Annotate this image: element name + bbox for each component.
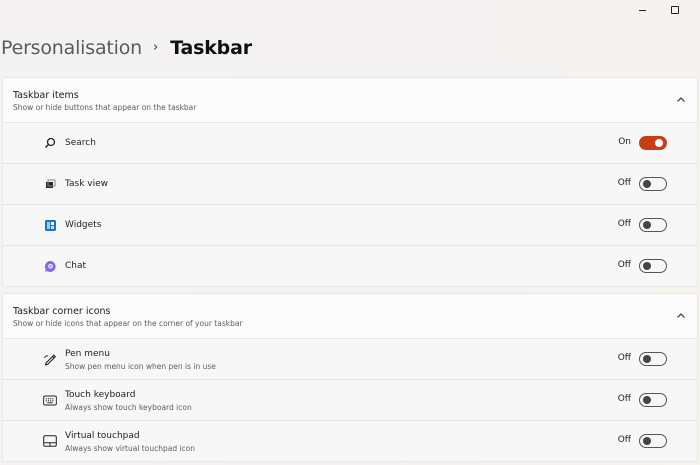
toggle-state-label: Off <box>617 178 631 188</box>
touch-keyboard-toggle[interactable] <box>639 393 667 407</box>
setting-description: Always show virtual touchpad icon <box>65 444 196 453</box>
chat-toggle[interactable] <box>639 259 667 273</box>
section-title: Taskbar corner icons <box>13 306 111 317</box>
task-view-toggle[interactable] <box>639 177 667 191</box>
setting-row-touch-keyboard: Touch keyboard Always show touch keyboar… <box>2 380 698 421</box>
chat-icon <box>43 259 57 273</box>
title-bar <box>0 0 700 22</box>
setting-label: Touch keyboard <box>65 390 136 400</box>
section-taskbar-corner-icons: Taskbar corner icons Show or hide icons … <box>2 293 698 462</box>
toggle-state-label: Off <box>617 435 631 445</box>
breadcrumb: Personalisation › Taskbar <box>1 37 252 59</box>
toggle-knob <box>655 139 663 147</box>
search-icon <box>43 136 57 150</box>
section-subtitle: Show or hide icons that appear on the co… <box>13 319 243 328</box>
toggle-knob <box>643 180 651 188</box>
chevron-up-icon[interactable] <box>675 310 687 322</box>
section-title: Taskbar items <box>13 90 79 101</box>
toggle-knob <box>643 355 651 363</box>
toggle-state-label: Off <box>617 260 631 270</box>
setting-row-pen-menu: Pen menu Show pen menu icon when pen is … <box>2 339 698 380</box>
widgets-icon <box>43 218 57 232</box>
virtual-touchpad-toggle[interactable] <box>639 434 667 448</box>
maximize-icon <box>671 6 679 14</box>
setting-label: Search <box>65 138 96 148</box>
setting-description: Always show touch keyboard icon <box>65 403 192 412</box>
section-header-taskbar-items[interactable]: Taskbar items Show or hide buttons that … <box>2 77 698 123</box>
toggle-knob <box>643 221 651 229</box>
keyboard-icon <box>43 393 57 407</box>
pen-menu-toggle[interactable] <box>639 352 667 366</box>
toggle-state-label: Off <box>617 353 631 363</box>
setting-row-chat: Chat Off <box>2 246 698 287</box>
minimize-button[interactable] <box>631 2 653 18</box>
maximize-button[interactable] <box>664 2 686 18</box>
pen-icon <box>43 352 57 366</box>
breadcrumb-parent[interactable]: Personalisation <box>1 37 142 59</box>
setting-description: Show pen menu icon when pen is in use <box>65 362 216 371</box>
toggle-knob <box>643 262 651 270</box>
setting-label: Chat <box>65 261 87 271</box>
minimize-icon <box>638 9 646 11</box>
page-title: Taskbar <box>170 37 252 59</box>
toggle-knob <box>643 437 651 445</box>
setting-label: Pen menu <box>65 349 110 359</box>
task-view-icon <box>43 177 57 191</box>
setting-row-search: Search On <box>2 123 698 164</box>
section-subtitle: Show or hide buttons that appear on the … <box>13 103 197 112</box>
section-header-taskbar-corner-icons[interactable]: Taskbar corner icons Show or hide icons … <box>2 293 698 339</box>
toggle-state-label: Off <box>617 394 631 404</box>
breadcrumb-separator: › <box>153 39 159 55</box>
toggle-state-label: Off <box>617 219 631 229</box>
setting-label: Virtual touchpad <box>65 431 140 441</box>
toggle-state-label: On <box>618 137 631 147</box>
section-taskbar-items: Taskbar items Show or hide buttons that … <box>2 77 698 287</box>
setting-label: Widgets <box>65 220 102 230</box>
setting-row-widgets: Widgets Off <box>2 205 698 246</box>
search-toggle[interactable] <box>639 136 667 150</box>
chevron-up-icon[interactable] <box>675 94 687 106</box>
setting-row-task-view: Task view Off <box>2 164 698 205</box>
toggle-knob <box>643 396 651 404</box>
widgets-toggle[interactable] <box>639 218 667 232</box>
setting-label: Task view <box>65 179 109 189</box>
touchpad-icon <box>43 434 57 448</box>
setting-row-virtual-touchpad: Virtual touchpad Always show virtual tou… <box>2 421 698 462</box>
